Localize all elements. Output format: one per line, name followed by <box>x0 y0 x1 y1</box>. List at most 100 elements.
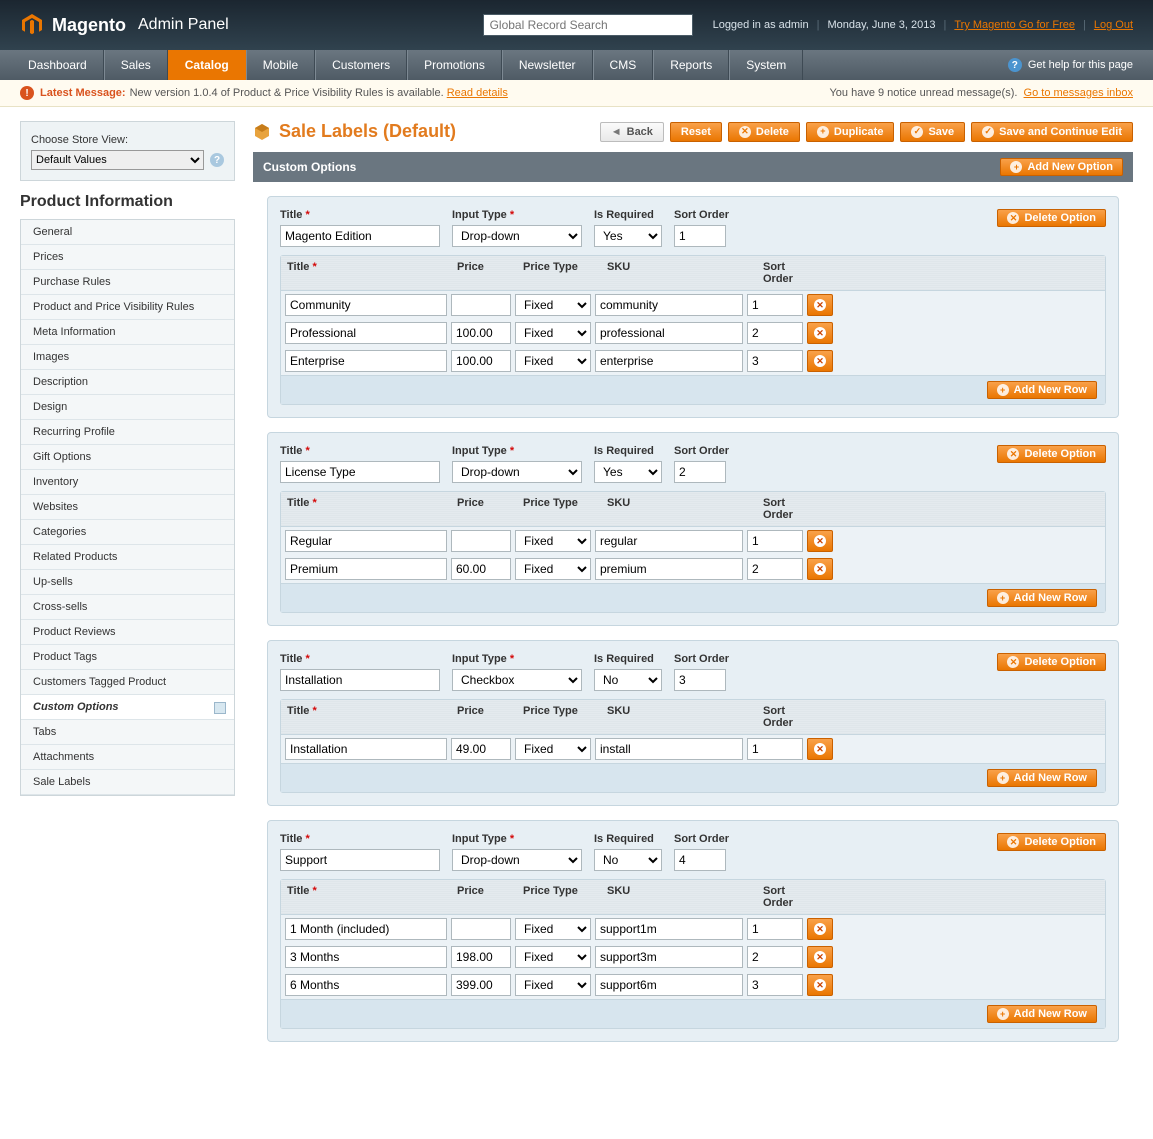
delete-option-button[interactable]: ✕Delete Option <box>997 833 1106 851</box>
row-price-input[interactable] <box>451 946 511 968</box>
sidebar-tab-images[interactable]: Images <box>21 345 234 370</box>
sidebar-tab-inventory[interactable]: Inventory <box>21 470 234 495</box>
sidebar-tab-meta-information[interactable]: Meta Information <box>21 320 234 345</box>
row-title-input[interactable] <box>285 322 447 344</box>
sidebar-tab-custom-options[interactable]: Custom Options <box>21 695 234 720</box>
option-title-input[interactable] <box>280 461 440 483</box>
option-title-input[interactable] <box>280 669 440 691</box>
sidebar-tab-prices[interactable]: Prices <box>21 245 234 270</box>
read-details-link[interactable]: Read details <box>447 87 508 99</box>
row-price-input[interactable] <box>451 738 511 760</box>
nav-item-catalog[interactable]: Catalog <box>168 50 246 80</box>
sidebar-tab-tabs[interactable]: Tabs <box>21 720 234 745</box>
option-sort-input[interactable] <box>674 225 726 247</box>
option-sort-input[interactable] <box>674 461 726 483</box>
hint-icon[interactable]: ? <box>210 153 224 167</box>
delete-option-button[interactable]: ✕Delete Option <box>997 653 1106 671</box>
option-required-select[interactable]: Yes <box>594 225 662 247</box>
delete-option-button[interactable]: ✕Delete Option <box>997 209 1106 227</box>
nav-item-dashboard[interactable]: Dashboard <box>12 50 104 80</box>
sidebar-tab-sale-labels[interactable]: Sale Labels <box>21 770 234 795</box>
sidebar-tab-gift-options[interactable]: Gift Options <box>21 445 234 470</box>
row-sort-input[interactable] <box>747 530 803 552</box>
row-delete-button[interactable]: ✕ <box>807 738 833 760</box>
option-required-select[interactable]: No <box>594 849 662 871</box>
sidebar-tab-recurring-profile[interactable]: Recurring Profile <box>21 420 234 445</box>
sidebar-tab-related-products[interactable]: Related Products <box>21 545 234 570</box>
row-sku-input[interactable] <box>595 738 743 760</box>
row-sort-input[interactable] <box>747 558 803 580</box>
row-price-type-select[interactable]: Fixed <box>515 946 591 968</box>
row-title-input[interactable] <box>285 558 447 580</box>
sidebar-tab-attachments[interactable]: Attachments <box>21 745 234 770</box>
sidebar-tab-categories[interactable]: Categories <box>21 520 234 545</box>
sidebar-tab-product-reviews[interactable]: Product Reviews <box>21 620 234 645</box>
row-price-type-select[interactable]: Fixed <box>515 918 591 940</box>
row-delete-button[interactable]: ✕ <box>807 918 833 940</box>
option-required-select[interactable]: Yes <box>594 461 662 483</box>
global-search-input[interactable] <box>483 14 693 36</box>
row-delete-button[interactable]: ✕ <box>807 974 833 996</box>
row-sku-input[interactable] <box>595 322 743 344</box>
add-new-row-button[interactable]: +Add New Row <box>987 1005 1097 1023</box>
row-title-input[interactable] <box>285 946 447 968</box>
row-title-input[interactable] <box>285 974 447 996</box>
row-delete-button[interactable]: ✕ <box>807 322 833 344</box>
sidebar-tab-product-tags[interactable]: Product Tags <box>21 645 234 670</box>
nav-item-newsletter[interactable]: Newsletter <box>502 50 593 80</box>
back-button[interactable]: ◄Back <box>600 122 664 142</box>
nav-help[interactable]: ? Get help for this page <box>1008 50 1141 80</box>
nav-item-customers[interactable]: Customers <box>315 50 407 80</box>
add-new-option-button[interactable]: +Add New Option <box>1000 158 1123 176</box>
delete-option-button[interactable]: ✕Delete Option <box>997 445 1106 463</box>
duplicate-button[interactable]: +Duplicate <box>806 122 895 142</box>
row-delete-button[interactable]: ✕ <box>807 350 833 372</box>
sidebar-tab-product-and-price-visibility-rules[interactable]: Product and Price Visibility Rules <box>21 295 234 320</box>
add-new-row-button[interactable]: +Add New Row <box>987 769 1097 787</box>
sidebar-tab-cross-sells[interactable]: Cross-sells <box>21 595 234 620</box>
option-sort-input[interactable] <box>674 669 726 691</box>
row-price-type-select[interactable]: Fixed <box>515 738 591 760</box>
sidebar-tab-websites[interactable]: Websites <box>21 495 234 520</box>
logout-link[interactable]: Log Out <box>1094 19 1133 31</box>
messages-inbox-link[interactable]: Go to messages inbox <box>1024 87 1133 99</box>
row-delete-button[interactable]: ✕ <box>807 946 833 968</box>
delete-button[interactable]: ✕Delete <box>728 122 800 142</box>
row-sku-input[interactable] <box>595 558 743 580</box>
row-title-input[interactable] <box>285 294 447 316</box>
row-sort-input[interactable] <box>747 322 803 344</box>
save-continue-button[interactable]: ✓Save and Continue Edit <box>971 122 1133 142</box>
row-sort-input[interactable] <box>747 946 803 968</box>
row-price-input[interactable] <box>451 530 511 552</box>
row-sort-input[interactable] <box>747 974 803 996</box>
row-title-input[interactable] <box>285 530 447 552</box>
store-view-select[interactable]: Default Values <box>31 150 204 170</box>
row-price-input[interactable] <box>451 558 511 580</box>
row-price-type-select[interactable]: Fixed <box>515 558 591 580</box>
save-button[interactable]: ✓Save <box>900 122 965 142</box>
row-title-input[interactable] <box>285 918 447 940</box>
row-sku-input[interactable] <box>595 350 743 372</box>
sidebar-tab-purchase-rules[interactable]: Purchase Rules <box>21 270 234 295</box>
option-input-type-select[interactable]: Checkbox <box>452 669 582 691</box>
row-sku-input[interactable] <box>595 530 743 552</box>
row-sku-input[interactable] <box>595 918 743 940</box>
nav-item-reports[interactable]: Reports <box>653 50 729 80</box>
row-price-input[interactable] <box>451 918 511 940</box>
nav-item-system[interactable]: System <box>729 50 803 80</box>
row-price-input[interactable] <box>451 350 511 372</box>
option-title-input[interactable] <box>280 849 440 871</box>
add-new-row-button[interactable]: +Add New Row <box>987 589 1097 607</box>
row-price-type-select[interactable]: Fixed <box>515 350 591 372</box>
sidebar-tab-customers-tagged-product[interactable]: Customers Tagged Product <box>21 670 234 695</box>
row-sku-input[interactable] <box>595 974 743 996</box>
row-price-input[interactable] <box>451 322 511 344</box>
row-price-type-select[interactable]: Fixed <box>515 974 591 996</box>
row-price-input[interactable] <box>451 294 511 316</box>
sidebar-tab-general[interactable]: General <box>21 220 234 245</box>
row-sort-input[interactable] <box>747 350 803 372</box>
row-sort-input[interactable] <box>747 738 803 760</box>
sidebar-tab-up-sells[interactable]: Up-sells <box>21 570 234 595</box>
nav-item-sales[interactable]: Sales <box>104 50 168 80</box>
nav-item-cms[interactable]: CMS <box>593 50 654 80</box>
